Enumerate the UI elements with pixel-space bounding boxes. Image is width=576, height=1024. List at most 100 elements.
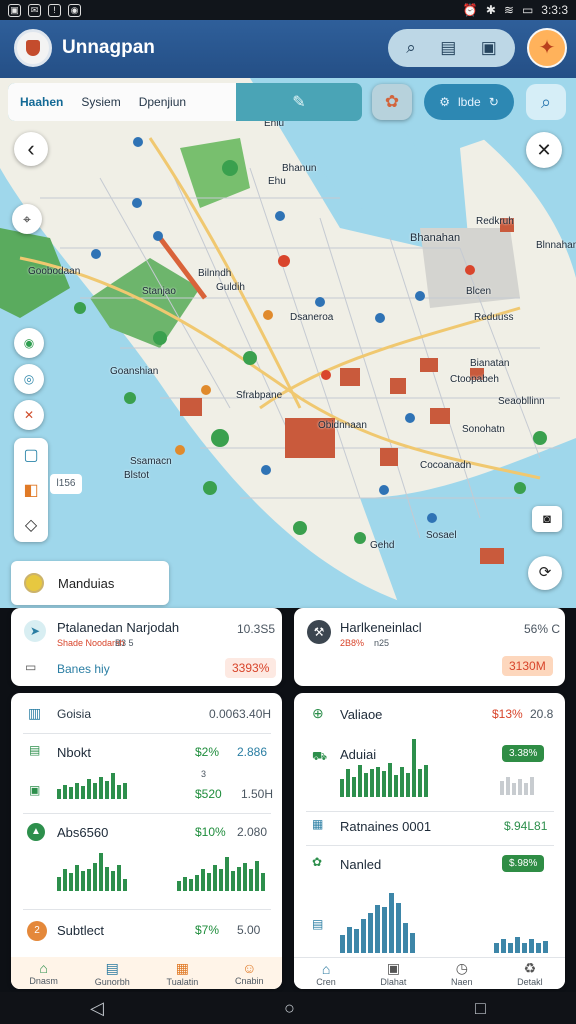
- row-badge: $.98%: [502, 855, 545, 872]
- card-lower-left[interactable]: ▥ Goisia 0.0063.40H ▤ Nbokt $2% 2.886 ▣ …: [11, 693, 282, 989]
- cart-icon: ⊕: [312, 705, 324, 721]
- home-icon: ⌂: [321, 960, 331, 977]
- recycle-icon: ♻: [523, 960, 537, 976]
- card-value: 0.0063.40H: [209, 707, 272, 721]
- chart-icon: ▣: [29, 783, 41, 797]
- map-label: Ssamacn: [130, 456, 172, 467]
- card-value: 56% C: [524, 622, 561, 636]
- nav-item-home[interactable]: ⌂ Cren: [316, 961, 336, 987]
- hash-badge: l156: [50, 474, 82, 494]
- back-nav-icon[interactable]: ◁: [90, 998, 104, 1019]
- popup-label: Manduias: [58, 575, 115, 591]
- nav-item-report[interactable]: ▦ Tualatin: [167, 960, 199, 987]
- map-label: Sosael: [426, 530, 457, 541]
- clipboard-icon[interactable]: ▢: [23, 445, 38, 465]
- location-pin-icon[interactable]: ⌖: [12, 204, 42, 234]
- collapse-icon[interactable]: ◇: [25, 515, 37, 535]
- row-sub-value: 1.50H: [241, 787, 274, 801]
- row-pct: $7%: [195, 923, 220, 937]
- map-label: Cocoanadn: [420, 460, 472, 471]
- photo-icon: ▣: [8, 3, 21, 17]
- home-nav-icon[interactable]: ○: [284, 998, 295, 1019]
- messages-icon[interactable]: ◉: [14, 328, 44, 358]
- row-label: Aduiai: [340, 747, 377, 762]
- card-type: Banes hiy: [57, 662, 110, 676]
- alarm-icon: ⏰: [462, 3, 478, 17]
- map-label: Blnnahan: [536, 240, 576, 251]
- signal-icon: ≋: [503, 3, 514, 17]
- card-value: 10.3S5: [237, 622, 276, 636]
- map-label: Bianatan: [470, 358, 510, 369]
- alert-icon: !: [48, 3, 61, 17]
- report-icon: ▦: [175, 959, 189, 976]
- back-button[interactable]: ‹: [14, 132, 48, 166]
- tab-sysiem[interactable]: Sysiem: [81, 95, 120, 109]
- card-top-right[interactable]: ⚒ Harlkeneinlacl 2B8% n25 56% C 3130M: [294, 608, 565, 686]
- card-sub: 2B8%: [340, 638, 365, 648]
- refresh-icon: ↻: [488, 95, 499, 109]
- row-badge: $.94L81: [504, 819, 548, 833]
- app-title: Unnagpan: [62, 37, 155, 58]
- nav-item-home[interactable]: ⌂ Dnasm: [29, 960, 58, 986]
- clock-text: 3:3:3: [541, 3, 568, 17]
- row-sub: $520: [195, 787, 222, 801]
- map-canvas[interactable]: [0, 78, 576, 608]
- inbox-icon: ▣: [386, 960, 401, 976]
- nav-item-profile[interactable]: ☺ Cnabin: [235, 960, 264, 986]
- document-icon[interactable]: ▤: [440, 38, 456, 58]
- battery-icon: ▭: [521, 3, 534, 17]
- status-bar: ▣ ✉ ! ◉ ⏰ ✱ ≋ ▭ 3:3:3: [0, 0, 576, 20]
- compass-icon[interactable]: ◎: [14, 364, 44, 394]
- map-label: Sfrabpane: [236, 390, 283, 401]
- close-button[interactable]: ✕: [526, 132, 562, 168]
- pen-icon[interactable]: ✎: [236, 92, 362, 112]
- map-label: Dsaneroa: [290, 312, 334, 323]
- search-icon[interactable]: ⌕: [406, 38, 416, 58]
- map-search-button[interactable]: ⌕: [526, 84, 566, 120]
- tab-haahen[interactable]: Haahen: [20, 95, 63, 109]
- recent-apps-icon[interactable]: □: [475, 998, 486, 1019]
- row-mid: 3: [201, 769, 207, 779]
- card-lower-right[interactable]: ⊕ Valiaoe $13% 20.8 ⛟ Aduiai 3.38% ▦ Rat…: [294, 693, 565, 989]
- header-actions: ⌕ ▤ ▣: [388, 29, 515, 67]
- row-pct: $10%: [195, 825, 226, 839]
- map-label: Seaobllinn: [498, 396, 545, 407]
- nav-item-list[interactable]: ▤ Gunorbh: [95, 960, 130, 987]
- map-label: Goanshian: [110, 366, 159, 377]
- card-badge: 3130M: [502, 656, 553, 676]
- doc-icon: ▤: [312, 917, 324, 931]
- tag-icon[interactable]: ◧: [23, 480, 38, 500]
- user-avatar[interactable]: ✦: [527, 28, 567, 68]
- settings-icon: ⚙: [439, 95, 450, 109]
- image-icon[interactable]: ▣: [481, 38, 497, 58]
- map-label: Ehu: [268, 176, 286, 187]
- row-badge: 3.38%: [502, 745, 545, 762]
- wifi-icon: ◉: [68, 3, 81, 17]
- card-badge: 3393%: [225, 658, 277, 678]
- side-toolbar: ▢ ◧ ◇: [14, 438, 48, 542]
- nav-item-messages[interactable]: ▣ Dlahat: [380, 960, 406, 987]
- location-popup[interactable]: Manduias: [11, 561, 169, 605]
- map-label: Stanjao: [142, 286, 176, 297]
- poi-icon[interactable]: ✕: [14, 400, 44, 430]
- bus-icon: ▭: [25, 660, 37, 674]
- card-sub-2: B3 5: [115, 638, 134, 648]
- map-label: Bhanun: [282, 163, 317, 174]
- mail-icon: ✉: [28, 3, 41, 17]
- layers-icon[interactable]: ✿: [372, 84, 412, 120]
- nav-item-settings[interactable]: ♻ Detakl: [517, 960, 543, 987]
- home-icon: ⌂: [39, 960, 48, 976]
- tools-icon: ⚒: [307, 620, 331, 644]
- camera-icon[interactable]: ◙: [532, 506, 562, 532]
- row-label: Subtlect: [57, 923, 104, 938]
- tab-dpenjiun[interactable]: Dpenjiun: [139, 95, 186, 109]
- row-value: 2.080: [237, 825, 268, 839]
- nav-item-timer[interactable]: ◷ Naen: [451, 960, 473, 987]
- recenter-icon[interactable]: ⟳: [528, 556, 562, 590]
- card-nav-left: ⌂ Dnasm ▤ Gunorbh ▦ Tualatin ☺ Cnabin: [11, 957, 282, 989]
- map-view[interactable]: Ehlu Ehu Bhanun Bhanahan Blnnahan Goobod…: [0, 78, 576, 608]
- filter-pill[interactable]: ⚙ lbde ↻: [424, 84, 514, 120]
- card-sub-2: n25: [374, 638, 390, 648]
- row-value: 2.886: [237, 745, 268, 759]
- card-top-left[interactable]: ➤ Ptalanedan Narjodah Shade Noodarsh B3 …: [11, 608, 282, 686]
